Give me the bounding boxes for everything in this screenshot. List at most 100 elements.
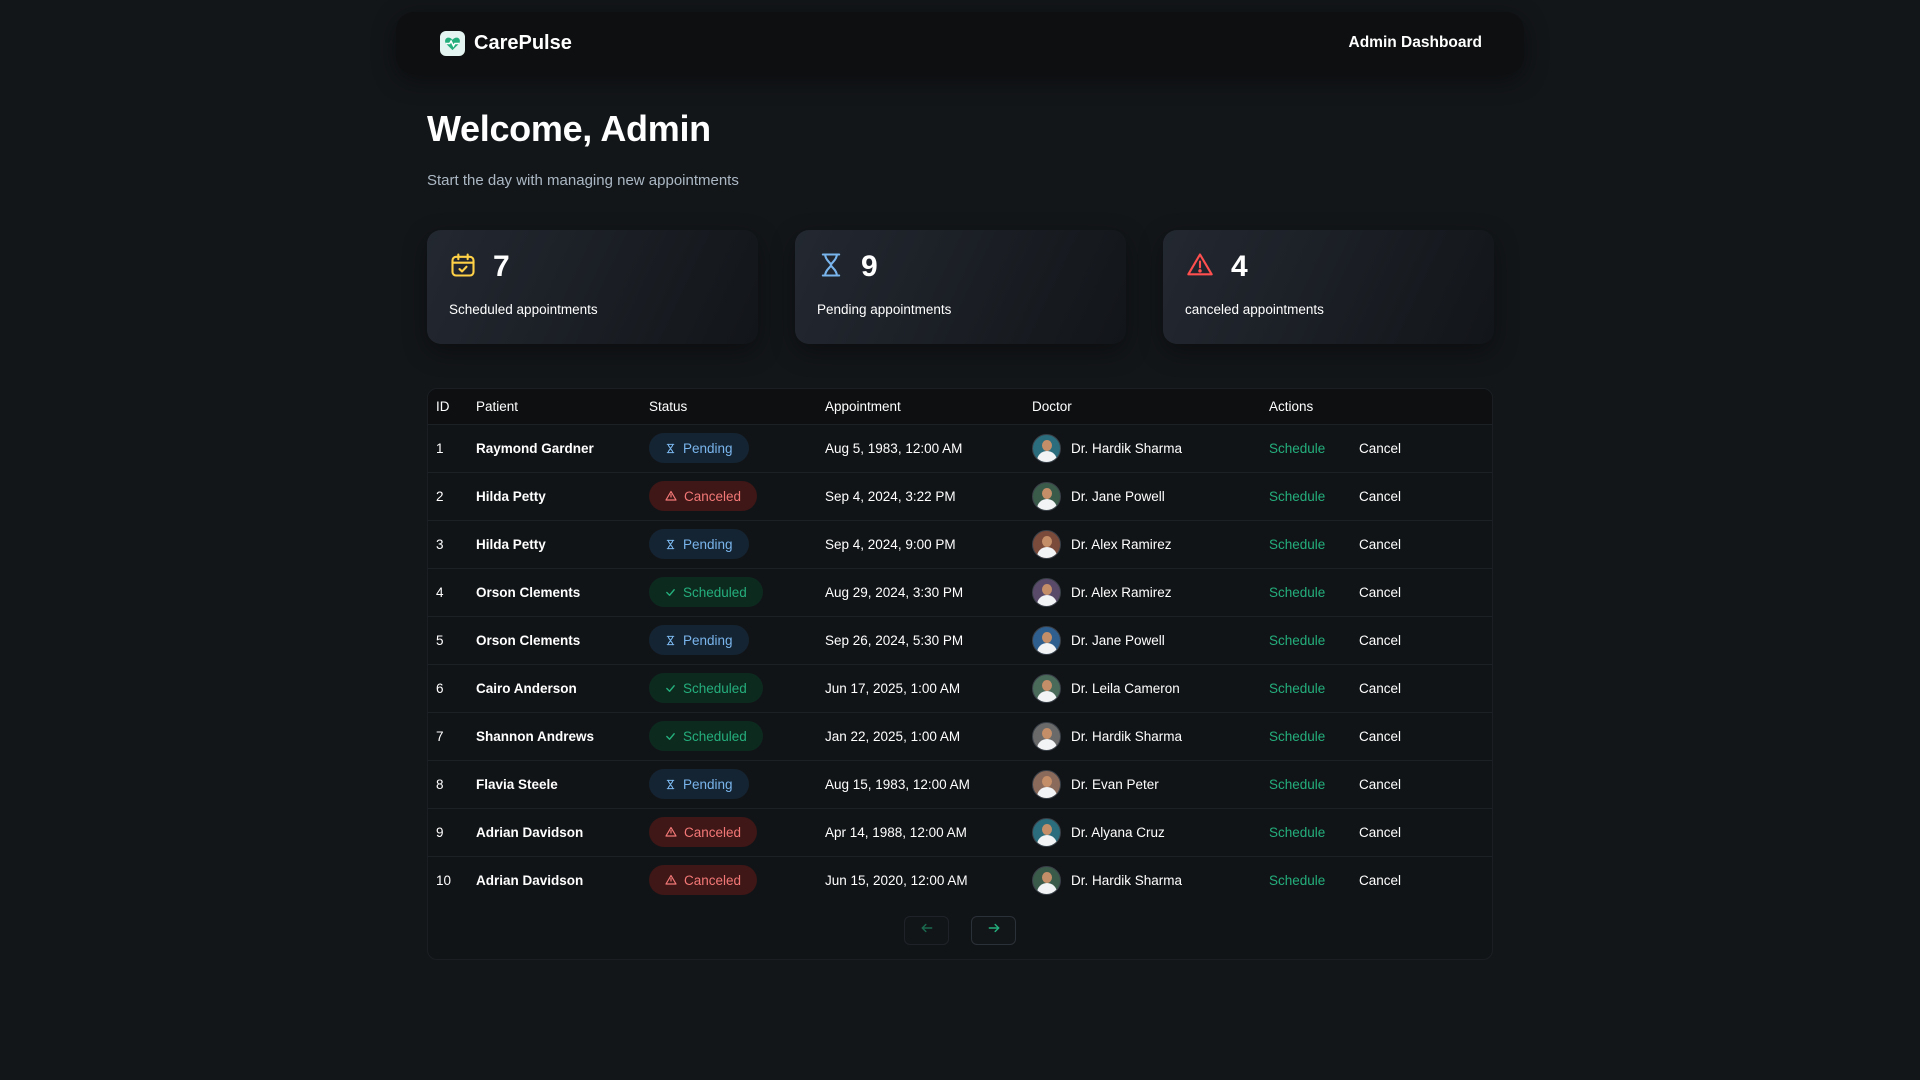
- cell-doctor: Dr. Jane Powell: [1032, 616, 1269, 664]
- stat-card-canceled: 4 canceled appointments: [1163, 230, 1494, 344]
- cell-action-schedule: Schedule: [1269, 472, 1359, 520]
- status-badge: Scheduled: [649, 577, 763, 607]
- stats-row: 7 Scheduled appointments 9 Pending appoi…: [427, 230, 1494, 344]
- schedule-button[interactable]: Schedule: [1269, 873, 1325, 888]
- cell-appointment: Sep 4, 2024, 3:22 PM: [825, 488, 956, 504]
- table-header-row: ID Patient Status Appointment Doctor Act…: [428, 389, 1492, 424]
- cell-doctor: Dr. Hardik Sharma: [1032, 424, 1269, 472]
- alert-triangle-icon: [665, 874, 677, 886]
- pagination: [428, 916, 1492, 945]
- cell-appointment: Aug 15, 1983, 12:00 AM: [825, 776, 970, 792]
- column-header-appointment: Appointment: [825, 398, 901, 414]
- brand-name: CarePulse: [474, 31, 572, 54]
- status-badge: Scheduled: [649, 721, 763, 751]
- cell-id: 3: [436, 536, 444, 552]
- cell-doctor: Dr. Alyana Cruz: [1032, 808, 1269, 856]
- check-icon: [665, 683, 676, 694]
- cell-appointment: Sep 4, 2024, 9:00 PM: [825, 536, 956, 552]
- cell-action-cancel: Cancel: [1359, 616, 1492, 664]
- cell-id: 10: [436, 872, 452, 888]
- cell-patient: Hilda Petty: [476, 488, 546, 504]
- schedule-button[interactable]: Schedule: [1269, 585, 1325, 600]
- doctor-avatar: [1032, 721, 1061, 751]
- schedule-button[interactable]: Schedule: [1269, 825, 1325, 840]
- cancel-button[interactable]: Cancel: [1359, 633, 1401, 648]
- cancel-button[interactable]: Cancel: [1359, 441, 1401, 456]
- schedule-button[interactable]: Schedule: [1269, 489, 1325, 504]
- stat-label-pending: Pending appointments: [817, 302, 952, 317]
- cell-status: Canceled: [649, 472, 825, 520]
- column-header-doctor: Doctor: [1032, 398, 1072, 414]
- cell-status: Pending: [649, 760, 825, 808]
- cell-appointment: Jun 15, 2020, 12:00 AM: [825, 872, 968, 888]
- cell-appointment: Jan 22, 2025, 1:00 AM: [825, 728, 961, 744]
- doctor-name: Dr. Evan Peter: [1071, 776, 1159, 792]
- cell-id: 9: [436, 824, 444, 840]
- cell-id: 7: [436, 728, 444, 744]
- cancel-button[interactable]: Cancel: [1359, 825, 1401, 840]
- cancel-button[interactable]: Cancel: [1359, 537, 1401, 552]
- schedule-button[interactable]: Schedule: [1269, 729, 1325, 744]
- doctor-avatar: [1032, 769, 1061, 799]
- arrow-right-icon: [987, 921, 1001, 940]
- cell-doctor: Dr. Alex Ramirez: [1032, 520, 1269, 568]
- doctor-avatar: [1032, 481, 1061, 511]
- table-row: 7 Shannon Andrews Scheduled Jan 22, 2025, 1…: [428, 712, 1492, 760]
- next-page-button[interactable]: [971, 916, 1016, 945]
- doctor-avatar: [1032, 673, 1061, 703]
- page-title: Admin Dashboard: [1348, 34, 1482, 51]
- cancel-button[interactable]: Cancel: [1359, 777, 1401, 792]
- table-row: 6 Cairo Anderson Scheduled Jun 17, 2025, 1:…: [428, 664, 1492, 712]
- stat-count-canceled: 4: [1231, 250, 1248, 283]
- doctor-name: Dr. Leila Cameron: [1071, 680, 1180, 696]
- doctor-name: Dr. Hardik Sharma: [1071, 440, 1183, 456]
- cell-action-cancel: Cancel: [1359, 520, 1492, 568]
- cell-patient: Raymond Gardner: [476, 440, 594, 456]
- doctor-name: Dr. Jane Powell: [1071, 488, 1165, 504]
- alert-triangle-icon: [665, 826, 677, 838]
- schedule-button[interactable]: Schedule: [1269, 777, 1325, 792]
- cell-action-schedule: Schedule: [1269, 712, 1359, 760]
- cell-appointment: Jun 17, 2025, 1:00 AM: [825, 680, 961, 696]
- hourglass-icon: [665, 779, 676, 790]
- previous-page-button[interactable]: [904, 916, 949, 945]
- cell-doctor: Dr. Leila Cameron: [1032, 664, 1269, 712]
- cell-doctor: Dr. Evan Peter: [1032, 760, 1269, 808]
- status-badge: Canceled: [649, 865, 758, 896]
- table-body: 1 Raymond Gardner Pending Aug 5, 1983, 12:0…: [428, 424, 1492, 904]
- hourglass-icon: [665, 443, 676, 454]
- schedule-button[interactable]: Schedule: [1269, 681, 1325, 696]
- table-row: 4 Orson Clements Scheduled Aug 29, 2024, 3:…: [428, 568, 1492, 616]
- cell-doctor: Dr. Jane Powell: [1032, 472, 1269, 520]
- welcome-section: Welcome, Admin Start the day with managi…: [427, 108, 739, 189]
- stat-label-scheduled: Scheduled appointments: [449, 302, 598, 317]
- cell-action-cancel: Cancel: [1359, 568, 1492, 616]
- table-row: 9 Adrian Davidson Canceled Apr 14, 1988, 12…: [428, 808, 1492, 856]
- schedule-button[interactable]: Schedule: [1269, 441, 1325, 456]
- schedule-button[interactable]: Schedule: [1269, 537, 1325, 552]
- cancel-button[interactable]: Cancel: [1359, 681, 1401, 696]
- status-badge: Canceled: [649, 817, 758, 847]
- brand[interactable]: CarePulse: [440, 30, 572, 56]
- cell-appointment: Aug 29, 2024, 3:30 PM: [825, 584, 964, 600]
- cell-action-cancel: Cancel: [1359, 712, 1492, 760]
- cell-status: Pending: [649, 520, 825, 568]
- cell-patient: Orson Clements: [476, 584, 581, 600]
- cancel-button[interactable]: Cancel: [1359, 729, 1401, 744]
- schedule-button[interactable]: Schedule: [1269, 633, 1325, 648]
- status-badge: Pending: [649, 529, 749, 559]
- status-badge: Pending: [649, 433, 749, 463]
- status-label: Canceled: [684, 872, 742, 888]
- cancel-button[interactable]: Cancel: [1359, 873, 1401, 888]
- cell-status: Pending: [649, 616, 825, 664]
- cell-patient: Adrian Davidson: [476, 872, 584, 888]
- hourglass-icon: [817, 251, 845, 284]
- cancel-button[interactable]: Cancel: [1359, 585, 1401, 600]
- check-icon: [665, 731, 676, 742]
- doctor-name: Dr. Alex Ramirez: [1071, 584, 1172, 600]
- cell-status: Canceled: [649, 808, 825, 856]
- status-badge: Scheduled: [649, 673, 763, 703]
- cell-status: Scheduled: [649, 664, 825, 712]
- doctor-avatar: [1032, 577, 1061, 607]
- cancel-button[interactable]: Cancel: [1359, 489, 1401, 504]
